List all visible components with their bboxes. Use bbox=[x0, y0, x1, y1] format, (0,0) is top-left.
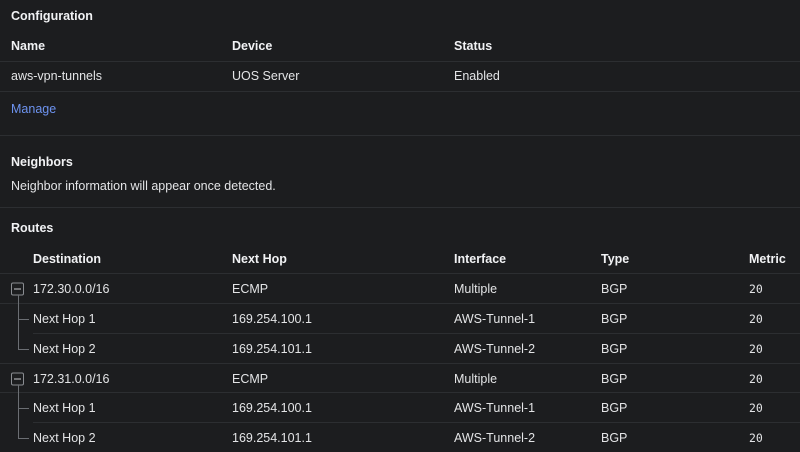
route-metric: 20 bbox=[749, 371, 763, 386]
routes-title: Routes bbox=[11, 221, 54, 235]
tree-branch bbox=[18, 437, 29, 439]
collapse-icon[interactable] bbox=[11, 282, 24, 295]
configuration-row: aws-vpn-tunnels UOS Server Enabled bbox=[0, 61, 800, 91]
config-device: UOS Server bbox=[232, 69, 300, 83]
neighbors-title: Neighbors bbox=[11, 155, 73, 169]
route-interface: Multiple bbox=[454, 281, 498, 296]
route-metric: 20 bbox=[749, 400, 763, 415]
tree-branch bbox=[18, 318, 29, 320]
collapse-icon[interactable] bbox=[11, 372, 24, 385]
route-interface: AWS-Tunnel-1 bbox=[454, 400, 536, 415]
routes-header-row: Destination Next Hop Interface Type Metr… bbox=[0, 244, 800, 273]
tree-branch bbox=[18, 407, 29, 409]
column-header-destination: Destination bbox=[33, 251, 102, 266]
neighbors-empty-message: Neighbor information will appear once de… bbox=[11, 179, 276, 193]
column-header-interface: Interface bbox=[454, 251, 507, 266]
route-destination: Next Hop 2 bbox=[33, 430, 96, 445]
config-name: aws-vpn-tunnels bbox=[11, 69, 103, 83]
route-type: BGP bbox=[601, 430, 628, 445]
configuration-title: Configuration bbox=[11, 9, 93, 23]
route-metric: 20 bbox=[749, 341, 763, 356]
configuration-header-row: Name Device Status bbox=[0, 31, 800, 61]
route-interface: AWS-Tunnel-1 bbox=[454, 311, 536, 326]
column-header-metric: Metric bbox=[749, 251, 786, 266]
route-type: BGP bbox=[601, 311, 628, 326]
column-header-name: Name bbox=[11, 39, 46, 53]
manage-link[interactable]: Manage bbox=[11, 102, 56, 116]
route-next-hop: 169.254.100.1 bbox=[232, 311, 312, 326]
route-destination: Next Hop 1 bbox=[33, 311, 96, 326]
column-header-next-hop: Next Hop bbox=[232, 251, 287, 266]
route-type: BGP bbox=[601, 371, 628, 386]
route-destination: Next Hop 2 bbox=[33, 341, 96, 356]
config-status: Enabled bbox=[454, 69, 500, 83]
route-child-row: Next Hop 1 169.254.100.1 AWS-Tunnel-1 BG… bbox=[0, 393, 800, 422]
route-group-row[interactable]: 172.30.0.0/16 ECMP Multiple BGP 20 bbox=[0, 274, 800, 303]
route-type: BGP bbox=[601, 400, 628, 415]
route-type: BGP bbox=[601, 341, 628, 356]
route-next-hop: ECMP bbox=[232, 371, 269, 386]
tree-branch bbox=[18, 348, 29, 350]
route-next-hop: ECMP bbox=[232, 281, 269, 296]
route-child-row: Next Hop 1 169.254.100.1 AWS-Tunnel-1 BG… bbox=[0, 304, 800, 333]
route-next-hop: 169.254.101.1 bbox=[232, 341, 312, 356]
route-next-hop: 169.254.101.1 bbox=[232, 430, 312, 445]
route-destination: Next Hop 1 bbox=[33, 400, 96, 415]
route-metric: 20 bbox=[749, 281, 763, 296]
column-header-status: Status bbox=[454, 39, 493, 53]
route-group-row[interactable]: 172.31.0.0/16 ECMP Multiple BGP 20 bbox=[0, 364, 800, 393]
divider bbox=[0, 91, 800, 92]
route-interface: AWS-Tunnel-2 bbox=[454, 430, 536, 445]
column-header-type: Type bbox=[601, 251, 630, 266]
route-destination: 172.30.0.0/16 bbox=[33, 281, 110, 296]
route-child-row: Next Hop 2 169.254.101.1 AWS-Tunnel-2 BG… bbox=[0, 334, 800, 363]
route-interface: Multiple bbox=[454, 371, 498, 386]
route-type: BGP bbox=[601, 281, 628, 296]
section-divider bbox=[0, 207, 800, 208]
route-interface: AWS-Tunnel-2 bbox=[454, 341, 536, 356]
route-metric: 20 bbox=[749, 311, 763, 326]
column-header-device: Device bbox=[232, 39, 273, 53]
route-child-row: Next Hop 2 169.254.101.1 AWS-Tunnel-2 BG… bbox=[0, 423, 800, 452]
route-metric: 20 bbox=[749, 430, 763, 445]
section-divider bbox=[0, 135, 800, 136]
route-destination: 172.31.0.0/16 bbox=[33, 371, 110, 386]
route-next-hop: 169.254.100.1 bbox=[232, 400, 312, 415]
